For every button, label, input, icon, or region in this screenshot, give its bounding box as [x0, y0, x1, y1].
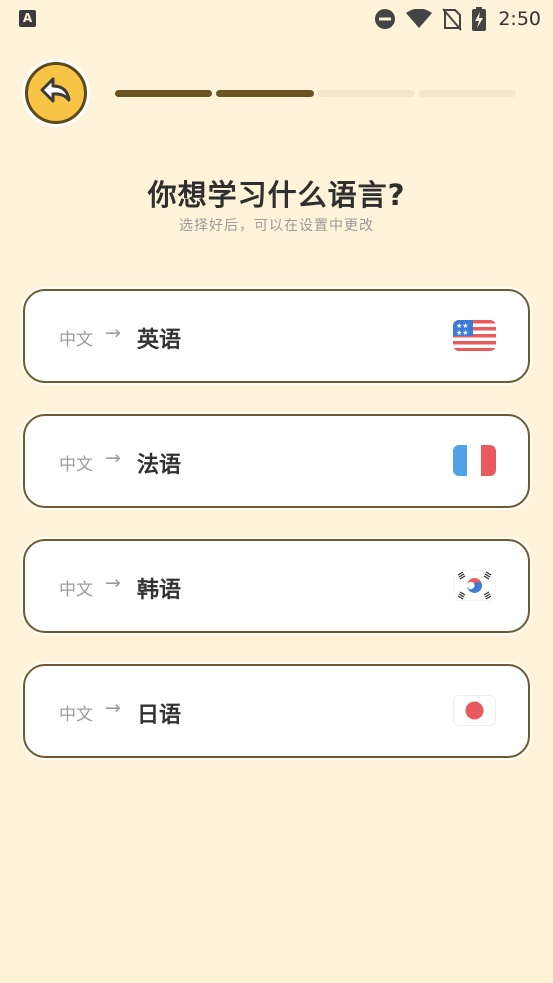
language-option-french[interactable]: 中文 → 法语	[23, 414, 530, 508]
target-language-label: 法语	[137, 453, 182, 478]
target-language-label: 日语	[137, 703, 182, 728]
no-sim-icon	[442, 7, 463, 31]
page-title: 你想学习什么语言?	[147, 178, 406, 212]
status-bar: A 2:50	[0, 0, 553, 38]
source-language-label: 中文	[59, 455, 93, 475]
us-flag-icon: ★★ ★★	[453, 320, 496, 351]
progress-bar	[115, 90, 516, 97]
progress-segment	[216, 90, 314, 97]
language-option-english[interactable]: 中文 → 英语 ★★ ★★	[23, 289, 530, 383]
svg-text:★★: ★★	[456, 329, 469, 337]
status-icons: 2:50	[374, 6, 541, 32]
target-language-label: 英语	[137, 328, 182, 353]
app-notification-icon: A	[19, 10, 36, 27]
screen: A 2:50 你想学习什么语言? 选择好后，可以在设置中更改 中文 → 英语 ★…	[0, 0, 553, 983]
page-subtitle: 选择好后，可以在设置中更改	[179, 218, 374, 234]
battery-charging-icon	[472, 7, 487, 31]
language-option-korean[interactable]: 中文 → 韩语	[23, 539, 530, 633]
source-language-label: 中文	[59, 580, 93, 600]
do-not-disturb-icon	[374, 8, 396, 30]
source-language-label: 中文	[59, 330, 93, 350]
progress-segment	[115, 90, 213, 97]
progress-segment	[317, 90, 415, 97]
source-language-label: 中文	[59, 705, 93, 725]
arrow-right-icon: →	[105, 322, 121, 344]
arrow-right-icon: →	[105, 572, 121, 594]
progress-segment	[418, 90, 516, 97]
wifi-icon	[406, 9, 433, 29]
arrow-right-icon: →	[105, 697, 121, 719]
japan-flag-icon	[453, 695, 496, 726]
france-flag-icon	[453, 445, 496, 476]
korea-flag-icon	[453, 570, 496, 601]
back-button[interactable]	[25, 62, 87, 124]
back-arrow-icon	[39, 76, 73, 110]
clock-time: 2:50	[498, 8, 541, 30]
target-language-label: 韩语	[137, 578, 182, 603]
language-option-japanese[interactable]: 中文 → 日语	[23, 664, 530, 758]
arrow-right-icon: →	[105, 447, 121, 469]
